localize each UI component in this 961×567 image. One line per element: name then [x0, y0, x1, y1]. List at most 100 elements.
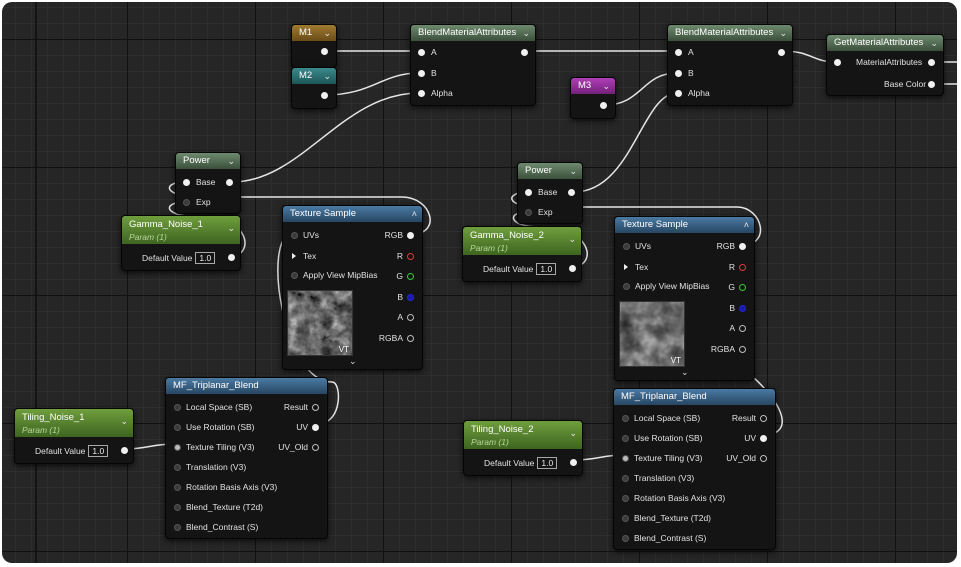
- gamma1-default-value-input[interactable]: 1.0: [195, 252, 216, 264]
- power1-base-pin[interactable]: [183, 179, 190, 186]
- m3-output-pin[interactable]: [600, 102, 607, 109]
- tex1-mipbias-pin[interactable]: [291, 272, 298, 279]
- tri1-localspace-pin[interactable]: [174, 404, 181, 411]
- node-tex2[interactable]: Texture Sample ˄ UVs Tex Apply View MipBi…: [614, 216, 755, 381]
- chevron-down-icon[interactable]: ⌄: [681, 367, 689, 378]
- node-m1[interactable]: M1 ⌄: [291, 24, 337, 68]
- tex1-a-pin[interactable]: [407, 314, 414, 321]
- tex1-g-pin[interactable]: [407, 273, 414, 280]
- tri2-rotaxis-pin[interactable]: [622, 495, 629, 502]
- blend2-output-pin[interactable]: [778, 49, 785, 56]
- tex1-uvs-pin[interactable]: [291, 232, 298, 239]
- tri1-rotaxis-pin[interactable]: [174, 484, 181, 491]
- tex2-b-pin[interactable]: [739, 305, 746, 312]
- tri1-result-pin[interactable]: [312, 404, 319, 411]
- blend1-alpha-pin[interactable]: [418, 90, 425, 97]
- node-getmat[interactable]: GetMaterialAttributes ⌄ MaterialAttribute…: [826, 34, 944, 96]
- gamma2-default-value-input[interactable]: 1.0: [536, 263, 557, 275]
- blend2-alpha-pin[interactable]: [675, 90, 682, 97]
- tri1-tiling-pin[interactable]: [174, 444, 181, 451]
- tri2-result-pin[interactable]: [760, 415, 767, 422]
- tri2-userotation-pin[interactable]: [622, 435, 629, 442]
- node-gamma2[interactable]: Gamma_Noise_2 Param (1) ⌄ Default Value 1.0: [462, 226, 582, 282]
- chevron-down-icon[interactable]: ⌄: [568, 232, 576, 246]
- tiling1-output-pin[interactable]: [121, 447, 128, 454]
- node-tiling2[interactable]: Tiling_Noise_2 Param (1) ⌄ Default Value 1.…: [463, 420, 583, 476]
- power1-exp-pin[interactable]: [183, 199, 190, 206]
- node-blend1[interactable]: BlendMaterialAttributes ⌄ A B Alpha: [410, 24, 536, 106]
- tex2-mipbias-pin[interactable]: [623, 283, 630, 290]
- node-tiling1[interactable]: Tiling_Noise_1 Param (1) ⌄ Default Value 1.…: [14, 408, 134, 464]
- chevron-down-icon[interactable]: ⌄: [930, 35, 938, 51]
- chevron-down-icon[interactable]: ⌄: [779, 25, 787, 41]
- tiling1-default-value-input[interactable]: 1.0: [88, 445, 109, 457]
- gamma1-output-pin[interactable]: [228, 254, 235, 261]
- getmat-basecolor-label: Base Color: [884, 79, 927, 89]
- tri1-uv-pin[interactable]: [312, 424, 319, 431]
- chevron-down-icon[interactable]: ⌄: [349, 356, 357, 367]
- collapse-arrow-icon[interactable]: ˄: [744, 217, 749, 233]
- tiling2-default-value-input[interactable]: 1.0: [537, 457, 558, 469]
- m2-output-pin[interactable]: [321, 92, 328, 99]
- chevron-down-icon[interactable]: ⌄: [120, 414, 128, 428]
- chevron-down-icon[interactable]: ⌄: [227, 153, 235, 169]
- chevron-down-icon[interactable]: ⌄: [522, 25, 530, 41]
- power1-output-pin[interactable]: [226, 179, 233, 186]
- tex1-tex-pin[interactable]: [292, 253, 296, 259]
- collapse-arrow-icon[interactable]: ˄: [412, 206, 417, 222]
- tex2-g-pin[interactable]: [739, 284, 746, 291]
- node-tri1[interactable]: MF_Triplanar_Blend Local Space (SB) Use …: [165, 377, 328, 539]
- chevron-down-icon[interactable]: ⌄: [569, 426, 577, 440]
- node-blend2[interactable]: BlendMaterialAttributes ⌄ A B Alpha: [667, 24, 793, 106]
- material-graph-canvas[interactable]: M1 ⌄ M2 ⌄ M3 ⌄ BlendMaterialAttributes ⌄ A B…: [2, 2, 957, 563]
- power2-output-pin[interactable]: [568, 189, 575, 196]
- tri2-tiling-pin[interactable]: [622, 455, 629, 462]
- node-gamma1[interactable]: Gamma_Noise_1 Param (1) ⌄ Default Value 1.0: [121, 215, 241, 271]
- tri2-uvold-pin[interactable]: [760, 455, 767, 462]
- gamma2-output-pin[interactable]: [569, 265, 576, 272]
- node-m3[interactable]: M3 ⌄: [570, 77, 616, 119]
- tiling2-output-pin[interactable]: [570, 459, 577, 466]
- node-power1[interactable]: Power ⌄ Base Exp: [175, 152, 241, 214]
- tex2-a-pin[interactable]: [739, 325, 746, 332]
- tex2-r-pin[interactable]: [739, 264, 746, 271]
- tex1-b-pin[interactable]: [407, 294, 414, 301]
- tex2-tex-pin[interactable]: [624, 264, 628, 270]
- tri1-blendtex-pin[interactable]: [174, 504, 181, 511]
- tri2-translation-pin[interactable]: [622, 475, 629, 482]
- tex2-rgba-pin[interactable]: [739, 346, 746, 353]
- tri2-blendtex-pin[interactable]: [622, 515, 629, 522]
- node-tri2[interactable]: MF_Triplanar_Blend Local Space (SB) Use …: [613, 388, 776, 550]
- chevron-down-icon[interactable]: ⌄: [569, 163, 577, 179]
- blend2-a-pin[interactable]: [675, 49, 682, 56]
- tex2-rgb-pin[interactable]: [739, 243, 746, 250]
- node-power2[interactable]: Power ⌄ Base Exp: [517, 162, 583, 224]
- power2-base-pin[interactable]: [525, 189, 532, 196]
- tri2-uv-pin[interactable]: [760, 435, 767, 442]
- tri1-userotation-pin[interactable]: [174, 424, 181, 431]
- getmat-matattr-out-pin[interactable]: [928, 59, 935, 66]
- getmat-basecolor-out-pin[interactable]: [928, 81, 935, 88]
- tri2-localspace-pin[interactable]: [622, 415, 629, 422]
- blend1-a-pin[interactable]: [418, 49, 425, 56]
- tri1-uvold-pin[interactable]: [312, 444, 319, 451]
- power2-exp-pin[interactable]: [525, 209, 532, 216]
- tri2-contrast-pin[interactable]: [622, 535, 629, 542]
- tex1-rgba-pin[interactable]: [407, 335, 414, 342]
- tri1-translation-pin[interactable]: [174, 464, 181, 471]
- m1-output-pin[interactable]: [321, 48, 328, 55]
- chevron-down-icon[interactable]: ⌄: [323, 25, 331, 41]
- tex2-uvs-pin[interactable]: [623, 243, 630, 250]
- chevron-down-icon[interactable]: ⌄: [602, 78, 610, 94]
- getmat-input-pin[interactable]: [834, 59, 841, 66]
- node-tex1[interactable]: Texture Sample ˄ UVs Tex Apply View MipBi…: [282, 205, 423, 370]
- chevron-down-icon[interactable]: ⌄: [227, 221, 235, 235]
- node-m2[interactable]: M2 ⌄: [291, 67, 337, 109]
- blend1-b-pin[interactable]: [418, 70, 425, 77]
- chevron-down-icon[interactable]: ⌄: [323, 68, 331, 84]
- blend2-b-pin[interactable]: [675, 70, 682, 77]
- blend1-output-pin[interactable]: [521, 49, 528, 56]
- tri1-contrast-pin[interactable]: [174, 524, 181, 531]
- tex1-rgb-pin[interactable]: [407, 232, 414, 239]
- tex1-r-pin[interactable]: [407, 253, 414, 260]
